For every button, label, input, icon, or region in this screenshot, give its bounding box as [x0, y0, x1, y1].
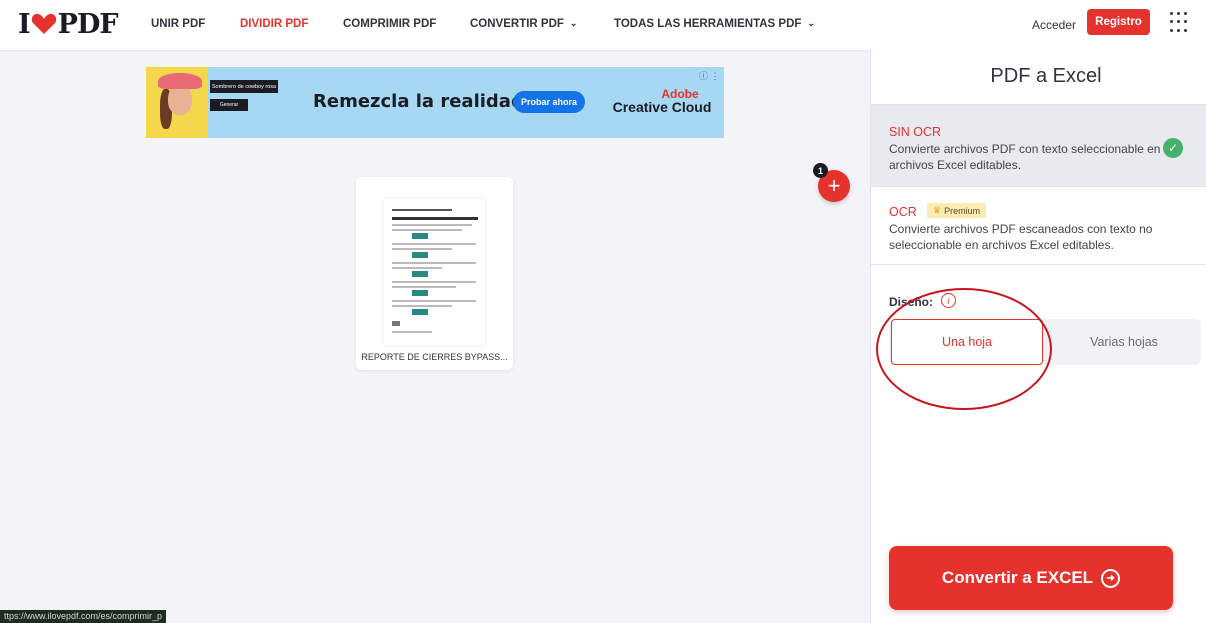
- grid-icon[interactable]: [1170, 12, 1192, 34]
- chevron-down-icon: ⌄: [807, 18, 815, 28]
- top-navbar: I PDF UNIR PDF DIVIDIR PDF COMPRIMIR PDF…: [0, 0, 1206, 50]
- nav-unir-pdf[interactable]: UNIR PDF: [151, 18, 205, 30]
- option-sin-ocr[interactable]: SIN OCR Convierte archivos PDF con texto…: [871, 104, 1206, 187]
- plus-icon: +: [827, 173, 841, 198]
- arrow-right-circle-icon: ➜: [1101, 568, 1121, 588]
- chevron-down-icon: ⌄: [569, 18, 578, 28]
- nav-dividir-pdf[interactable]: DIVIDIR PDF: [240, 18, 308, 30]
- nav-comprimir-pdf[interactable]: COMPRIMIR PDF: [343, 18, 436, 30]
- ad-image: [146, 67, 208, 138]
- ad-info-icon[interactable]: ⓘ ⋮: [699, 69, 720, 82]
- option-ocr[interactable]: OCR Convierte archivos PDF escaneados co…: [871, 186, 1206, 265]
- annotation-circle: [876, 288, 1052, 410]
- convert-button[interactable]: Convertir a EXCEL ➜: [889, 546, 1173, 610]
- option-title: OCR: [889, 205, 917, 219]
- checkmark-icon: ✓: [1163, 138, 1183, 158]
- status-bar-url: ttps://www.ilovepdf.com/es/comprimir_p: [0, 610, 167, 623]
- ilovepdf-logo[interactable]: I PDF: [18, 8, 119, 40]
- layout-option-varias-hojas[interactable]: Varias hojas: [1049, 319, 1199, 365]
- logo-text-i: I: [18, 8, 31, 40]
- logo-text-pdf: PDF: [57, 8, 119, 40]
- ad-brand-cc: Creative Cloud: [612, 99, 712, 115]
- login-link[interactable]: Acceder: [1032, 18, 1076, 32]
- nav-todas-herramientas[interactable]: TODAS LAS HERRAMIENTAS PDF ⌄: [614, 18, 815, 30]
- crown-icon: ♛: [933, 205, 942, 215]
- ad-prompt-box: Sombrero de cowboy rosa: [210, 80, 278, 93]
- ad-generate-button: Generar: [210, 99, 248, 111]
- register-button[interactable]: Registro: [1087, 9, 1150, 35]
- option-description: Convierte archivos PDF con texto selecci…: [889, 142, 1161, 172]
- premium-badge: ♛ Premium: [927, 203, 987, 218]
- pdf-thumbnail: [384, 199, 485, 345]
- option-title: SIN OCR: [889, 125, 942, 139]
- ad-headline: Remezcla la realidad: [313, 91, 524, 112]
- ad-cta-button[interactable]: Probar ahora: [513, 91, 585, 113]
- divider: [871, 264, 1206, 265]
- tool-title: PDF a Excel: [990, 65, 1102, 87]
- nav-convertir-pdf[interactable]: CONVERTIR PDF ⌄: [470, 18, 577, 30]
- heart-icon: [31, 13, 56, 34]
- options-sidebar: PDF a Excel SIN OCR Convierte archivos P…: [870, 50, 1206, 623]
- option-description: Convierte archivos PDF escaneados con te…: [889, 222, 1153, 252]
- file-card[interactable]: REPORTE DE CIERRES BYPASS...: [356, 177, 513, 370]
- file-name: REPORTE DE CIERRES BYPASS...: [361, 352, 508, 362]
- file-count-badge: 1: [813, 163, 828, 178]
- ad-banner[interactable]: Sombrero de cowboy rosa Generar Remezcla…: [146, 67, 724, 138]
